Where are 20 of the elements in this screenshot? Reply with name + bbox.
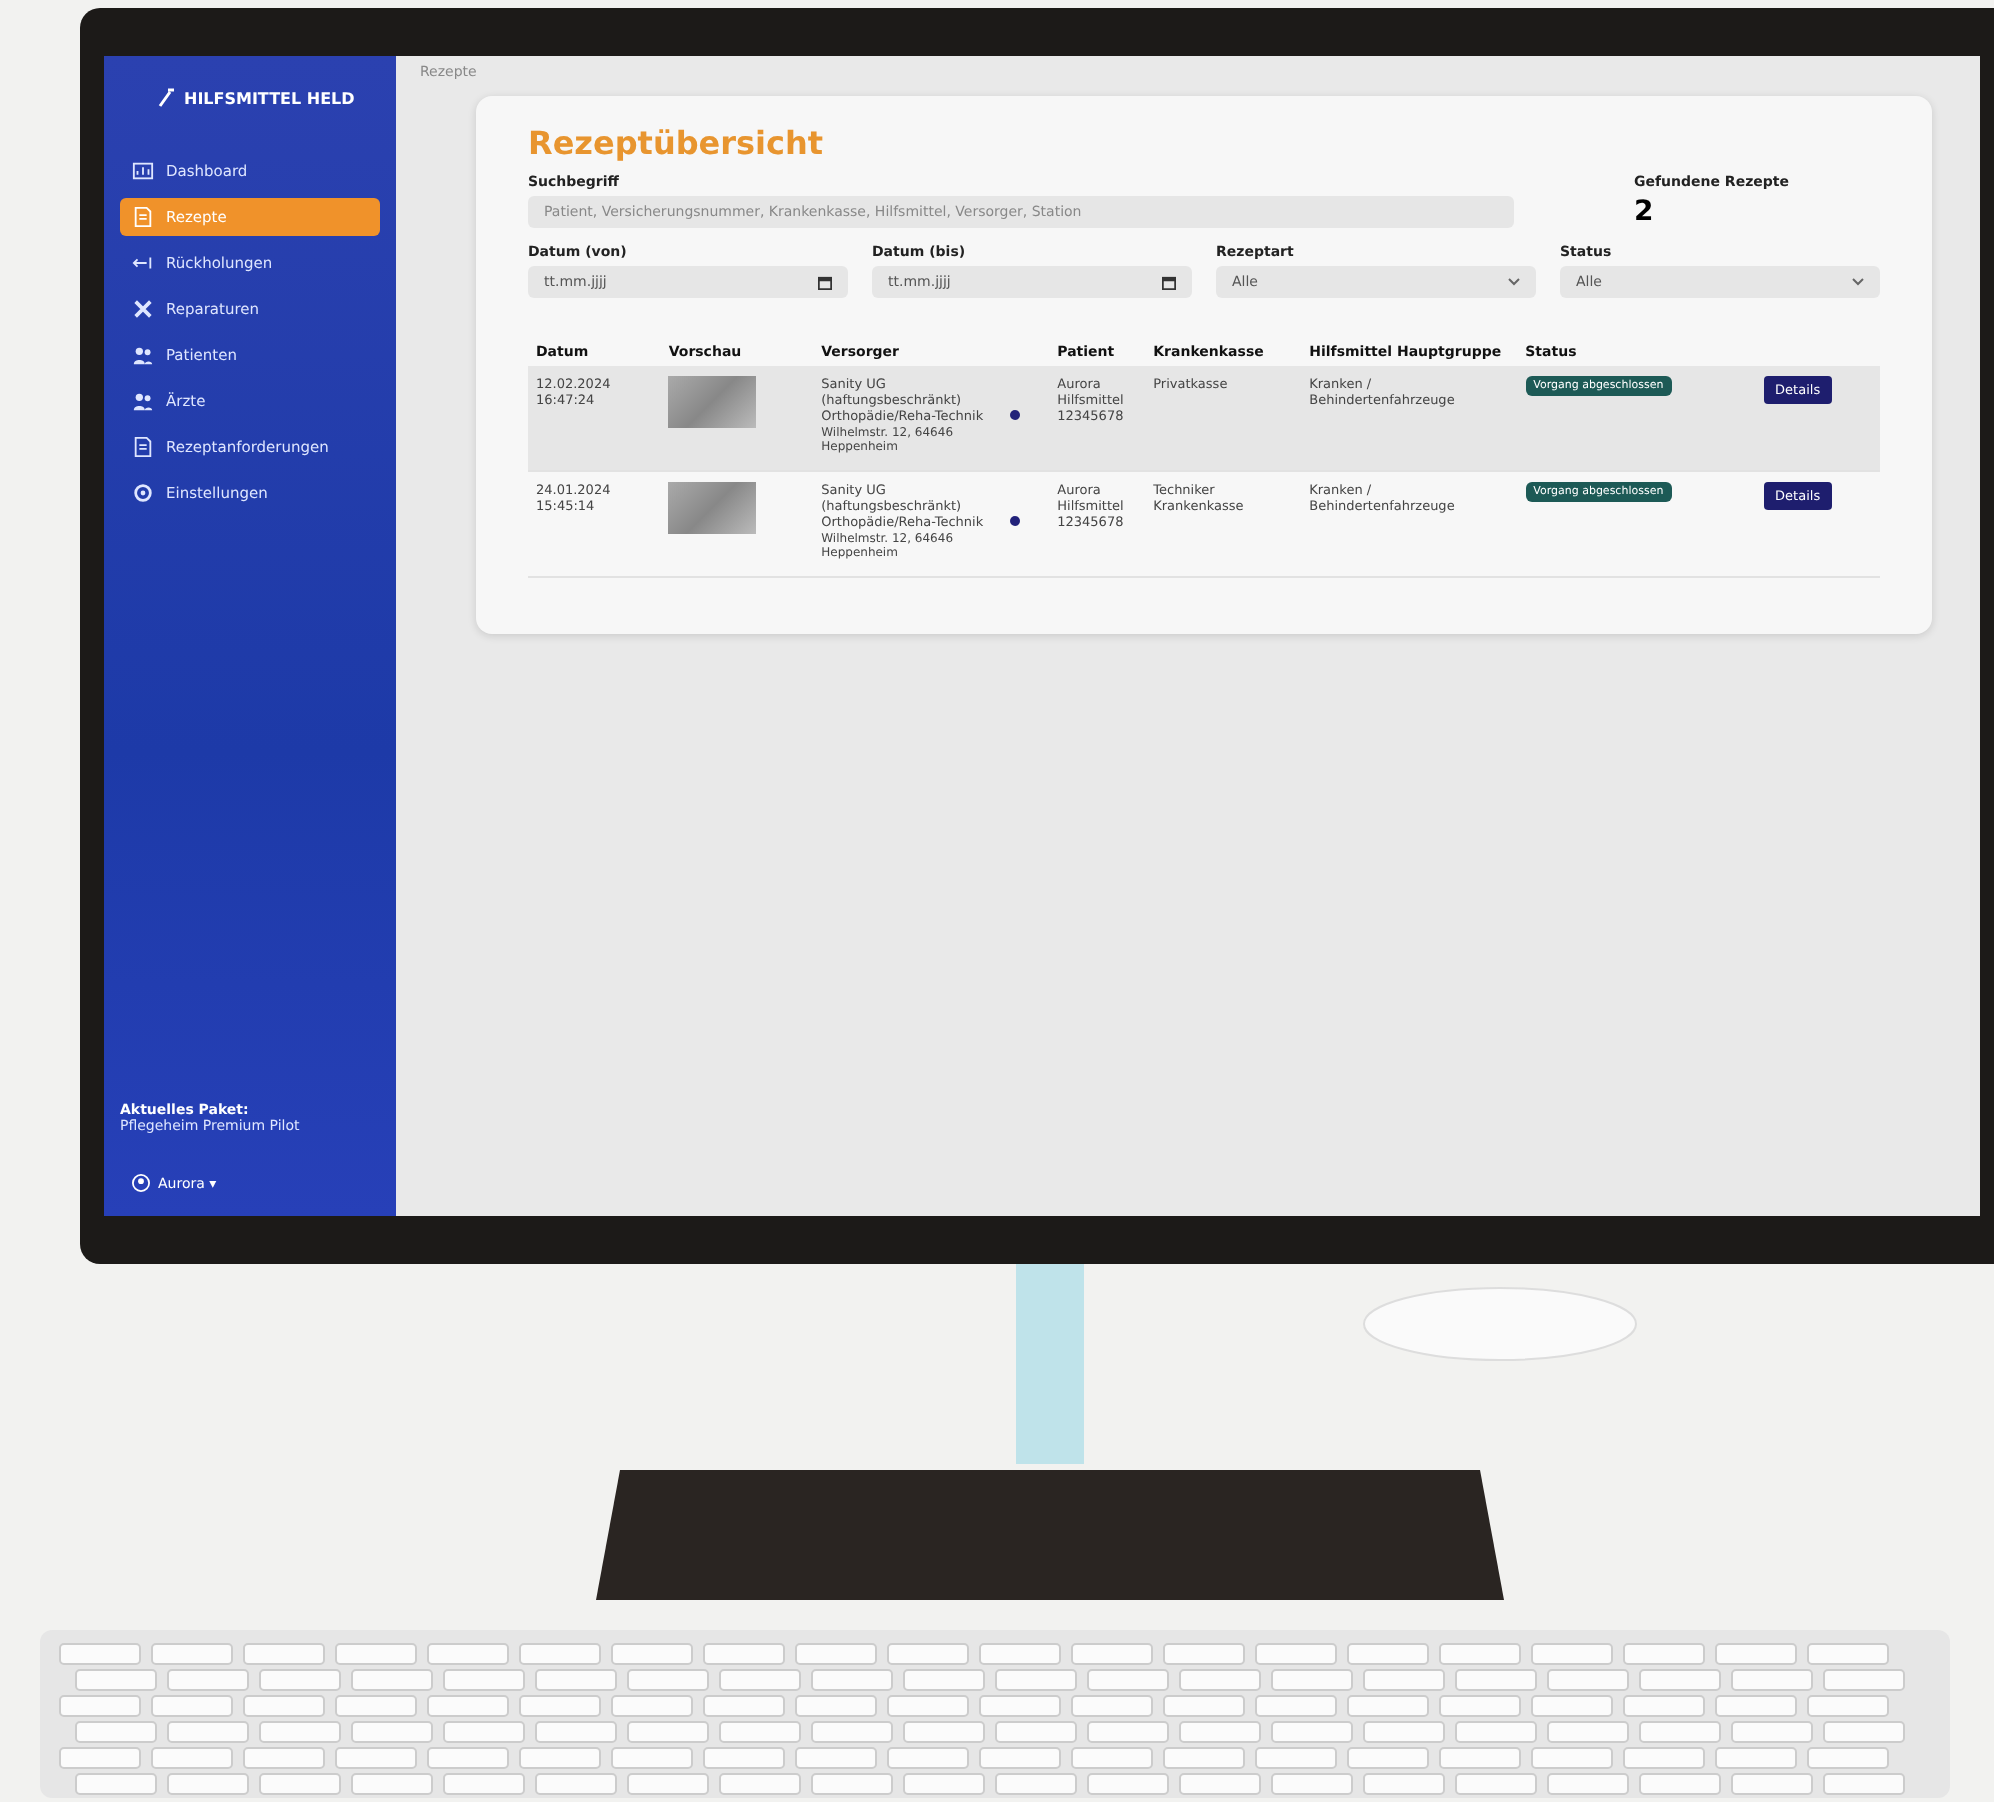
logo-text: HILFSMITTEL HELD [184, 89, 355, 107]
result-count: 2 [1634, 196, 1656, 228]
return-icon [132, 252, 154, 274]
page-title: Rezeptübersicht [528, 124, 826, 162]
chevron-down-icon [1852, 278, 1864, 286]
chart-icon [132, 160, 154, 182]
calendar-icon [1162, 275, 1176, 289]
preview-thumbnail[interactable] [668, 482, 757, 534]
info-dot-icon [1009, 516, 1020, 526]
info-dot-icon [1009, 410, 1020, 420]
people-icon [132, 344, 154, 366]
doc-icon [132, 206, 154, 228]
calendar-icon [818, 275, 832, 289]
preview-thumbnail[interactable] [668, 376, 757, 428]
people-icon [132, 390, 154, 412]
doc-icon [132, 436, 154, 458]
settings-icon [132, 482, 154, 504]
chevron-down-icon [1508, 278, 1520, 286]
table-row[interactable] [528, 366, 1880, 471]
user-icon [132, 1174, 150, 1192]
